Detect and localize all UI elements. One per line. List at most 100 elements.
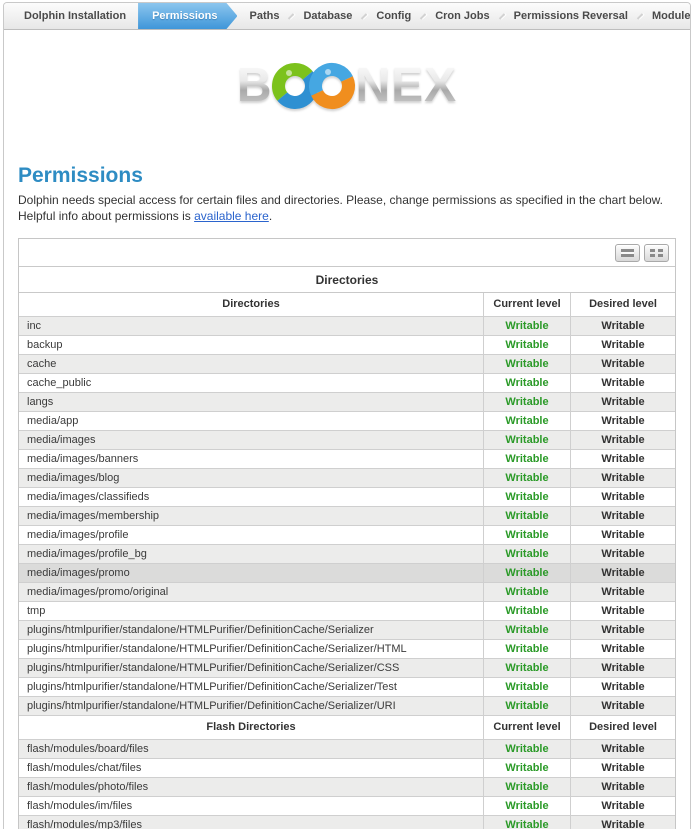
- desired-level-value: Writable: [571, 640, 675, 658]
- desired-level-value: Writable: [571, 697, 675, 715]
- current-level-value: Writable: [484, 507, 571, 525]
- available-here-link[interactable]: available here: [194, 209, 269, 223]
- current-level-value: Writable: [484, 759, 571, 777]
- nav-step-permissions[interactable]: Permissions: [138, 3, 237, 29]
- table-row: cacheWritableWritable: [19, 355, 675, 374]
- desired-level-value: Writable: [571, 317, 675, 335]
- current-level-value: Writable: [484, 545, 571, 563]
- table-row: media/images/bannersWritableWritable: [19, 450, 675, 469]
- desired-level-value: Writable: [571, 740, 675, 758]
- directory-path: flash/modules/im/files: [19, 797, 484, 815]
- desired-level-value: Writable: [571, 778, 675, 796]
- table-row: flash/modules/board/filesWritableWritabl…: [19, 740, 675, 759]
- current-level-value: Writable: [484, 450, 571, 468]
- installation-steps-nav: Dolphin InstallationPermissionsPathsData…: [4, 3, 690, 30]
- table-row: flash/modules/mp3/filesWritableWritable: [19, 816, 675, 829]
- desired-level-value: Writable: [571, 431, 675, 449]
- nav-step-dolphin-installation[interactable]: Dolphin Installation: [14, 3, 136, 29]
- table-row: media/imagesWritableWritable: [19, 431, 675, 450]
- table-row: langsWritableWritable: [19, 393, 675, 412]
- nav-step-modules[interactable]: Modules: [642, 3, 691, 29]
- current-level-value: Writable: [484, 526, 571, 544]
- desired-level-value: Writable: [571, 526, 675, 544]
- directory-path: inc: [19, 317, 484, 335]
- desired-level-value: Writable: [571, 412, 675, 430]
- table-row: flash/modules/chat/filesWritableWritable: [19, 759, 675, 778]
- table-row: media/images/blogWritableWritable: [19, 469, 675, 488]
- directory-path: plugins/htmlpurifier/standalone/HTMLPuri…: [19, 678, 484, 696]
- desired-level-value: Writable: [571, 355, 675, 373]
- directory-path: media/images/promo/original: [19, 583, 484, 601]
- table-row: media/images/profile_bgWritableWritable: [19, 545, 675, 564]
- table-row: incWritableWritable: [19, 317, 675, 336]
- current-level-value: Writable: [484, 488, 571, 506]
- table-row: plugins/htmlpurifier/standalone/HTMLPuri…: [19, 621, 675, 640]
- current-level-value: Writable: [484, 317, 571, 335]
- current-level-value: Writable: [484, 393, 571, 411]
- directory-path: cache_public: [19, 374, 484, 392]
- desired-level-value: Writable: [571, 659, 675, 677]
- column-header: Desired level: [571, 293, 675, 316]
- table-row: media/appWritableWritable: [19, 412, 675, 431]
- desired-level-value: Writable: [571, 469, 675, 487]
- column-header: Desired level: [571, 716, 675, 739]
- desired-level-value: Writable: [571, 488, 675, 506]
- current-level-value: Writable: [484, 697, 571, 715]
- directory-path: flash/modules/mp3/files: [19, 816, 484, 829]
- current-level-value: Writable: [484, 412, 571, 430]
- nav-step-permissions-reversal[interactable]: Permissions Reversal: [504, 3, 638, 29]
- permissions-table: Directories DirectoriesCurrent levelDesi…: [18, 238, 676, 829]
- directory-path: media/images: [19, 431, 484, 449]
- table-header-row: Flash DirectoriesCurrent levelDesired le…: [19, 716, 675, 740]
- directory-path: media/images/profile_bg: [19, 545, 484, 563]
- desired-level-value: Writable: [571, 602, 675, 620]
- current-level-value: Writable: [484, 583, 571, 601]
- directory-path: media/app: [19, 412, 484, 430]
- table-row: plugins/htmlpurifier/standalone/HTMLPuri…: [19, 697, 675, 716]
- current-level-value: Writable: [484, 659, 571, 677]
- desired-level-value: Writable: [571, 797, 675, 815]
- desired-level-value: Writable: [571, 564, 675, 582]
- column-header: Flash Directories: [19, 716, 484, 739]
- desired-level-value: Writable: [571, 583, 675, 601]
- directory-path: flash/modules/board/files: [19, 740, 484, 758]
- table-body: DirectoriesCurrent levelDesired levelinc…: [19, 293, 675, 829]
- directory-path: cache: [19, 355, 484, 373]
- nav-step-database[interactable]: Database: [293, 3, 362, 29]
- table-row: media/images/profileWritableWritable: [19, 526, 675, 545]
- current-level-value: Writable: [484, 469, 571, 487]
- nav-step-paths[interactable]: Paths: [239, 3, 289, 29]
- logo-letters-nex: NEX: [355, 60, 457, 112]
- intro-text: Dolphin needs special access for certain…: [18, 192, 666, 224]
- table-row: cache_publicWritableWritable: [19, 374, 675, 393]
- table-row: media/images/promo/originalWritableWrita…: [19, 583, 675, 602]
- table-row: backupWritableWritable: [19, 336, 675, 355]
- desired-level-value: Writable: [571, 545, 675, 563]
- table-row: tmpWritableWritable: [19, 602, 675, 621]
- desired-level-value: Writable: [571, 678, 675, 696]
- intro-text-main: Dolphin needs special access for certain…: [18, 193, 663, 223]
- nav-step-cron-jobs[interactable]: Cron Jobs: [425, 3, 499, 29]
- nav-step-config[interactable]: Config: [366, 3, 421, 29]
- directory-path: flash/modules/chat/files: [19, 759, 484, 777]
- grid-view-button[interactable]: [644, 244, 669, 262]
- directory-path: plugins/htmlpurifier/standalone/HTMLPuri…: [19, 640, 484, 658]
- table-row: media/images/promoWritableWritable: [19, 564, 675, 583]
- directory-path: plugins/htmlpurifier/standalone/HTMLPuri…: [19, 621, 484, 639]
- directory-path: plugins/htmlpurifier/standalone/HTMLPuri…: [19, 697, 484, 715]
- list-view-button[interactable]: [615, 244, 640, 262]
- desired-level-value: Writable: [571, 507, 675, 525]
- desired-level-value: Writable: [571, 621, 675, 639]
- current-level-value: Writable: [484, 602, 571, 620]
- current-level-value: Writable: [484, 797, 571, 815]
- table-section-title: Directories: [19, 267, 675, 293]
- intro-text-suffix: .: [269, 209, 272, 223]
- current-level-value: Writable: [484, 640, 571, 658]
- column-header: Current level: [484, 293, 571, 316]
- current-level-value: Writable: [484, 816, 571, 829]
- current-level-value: Writable: [484, 431, 571, 449]
- directory-path: backup: [19, 336, 484, 354]
- table-row: plugins/htmlpurifier/standalone/HTMLPuri…: [19, 678, 675, 697]
- current-level-value: Writable: [484, 740, 571, 758]
- column-header: Directories: [19, 293, 484, 316]
